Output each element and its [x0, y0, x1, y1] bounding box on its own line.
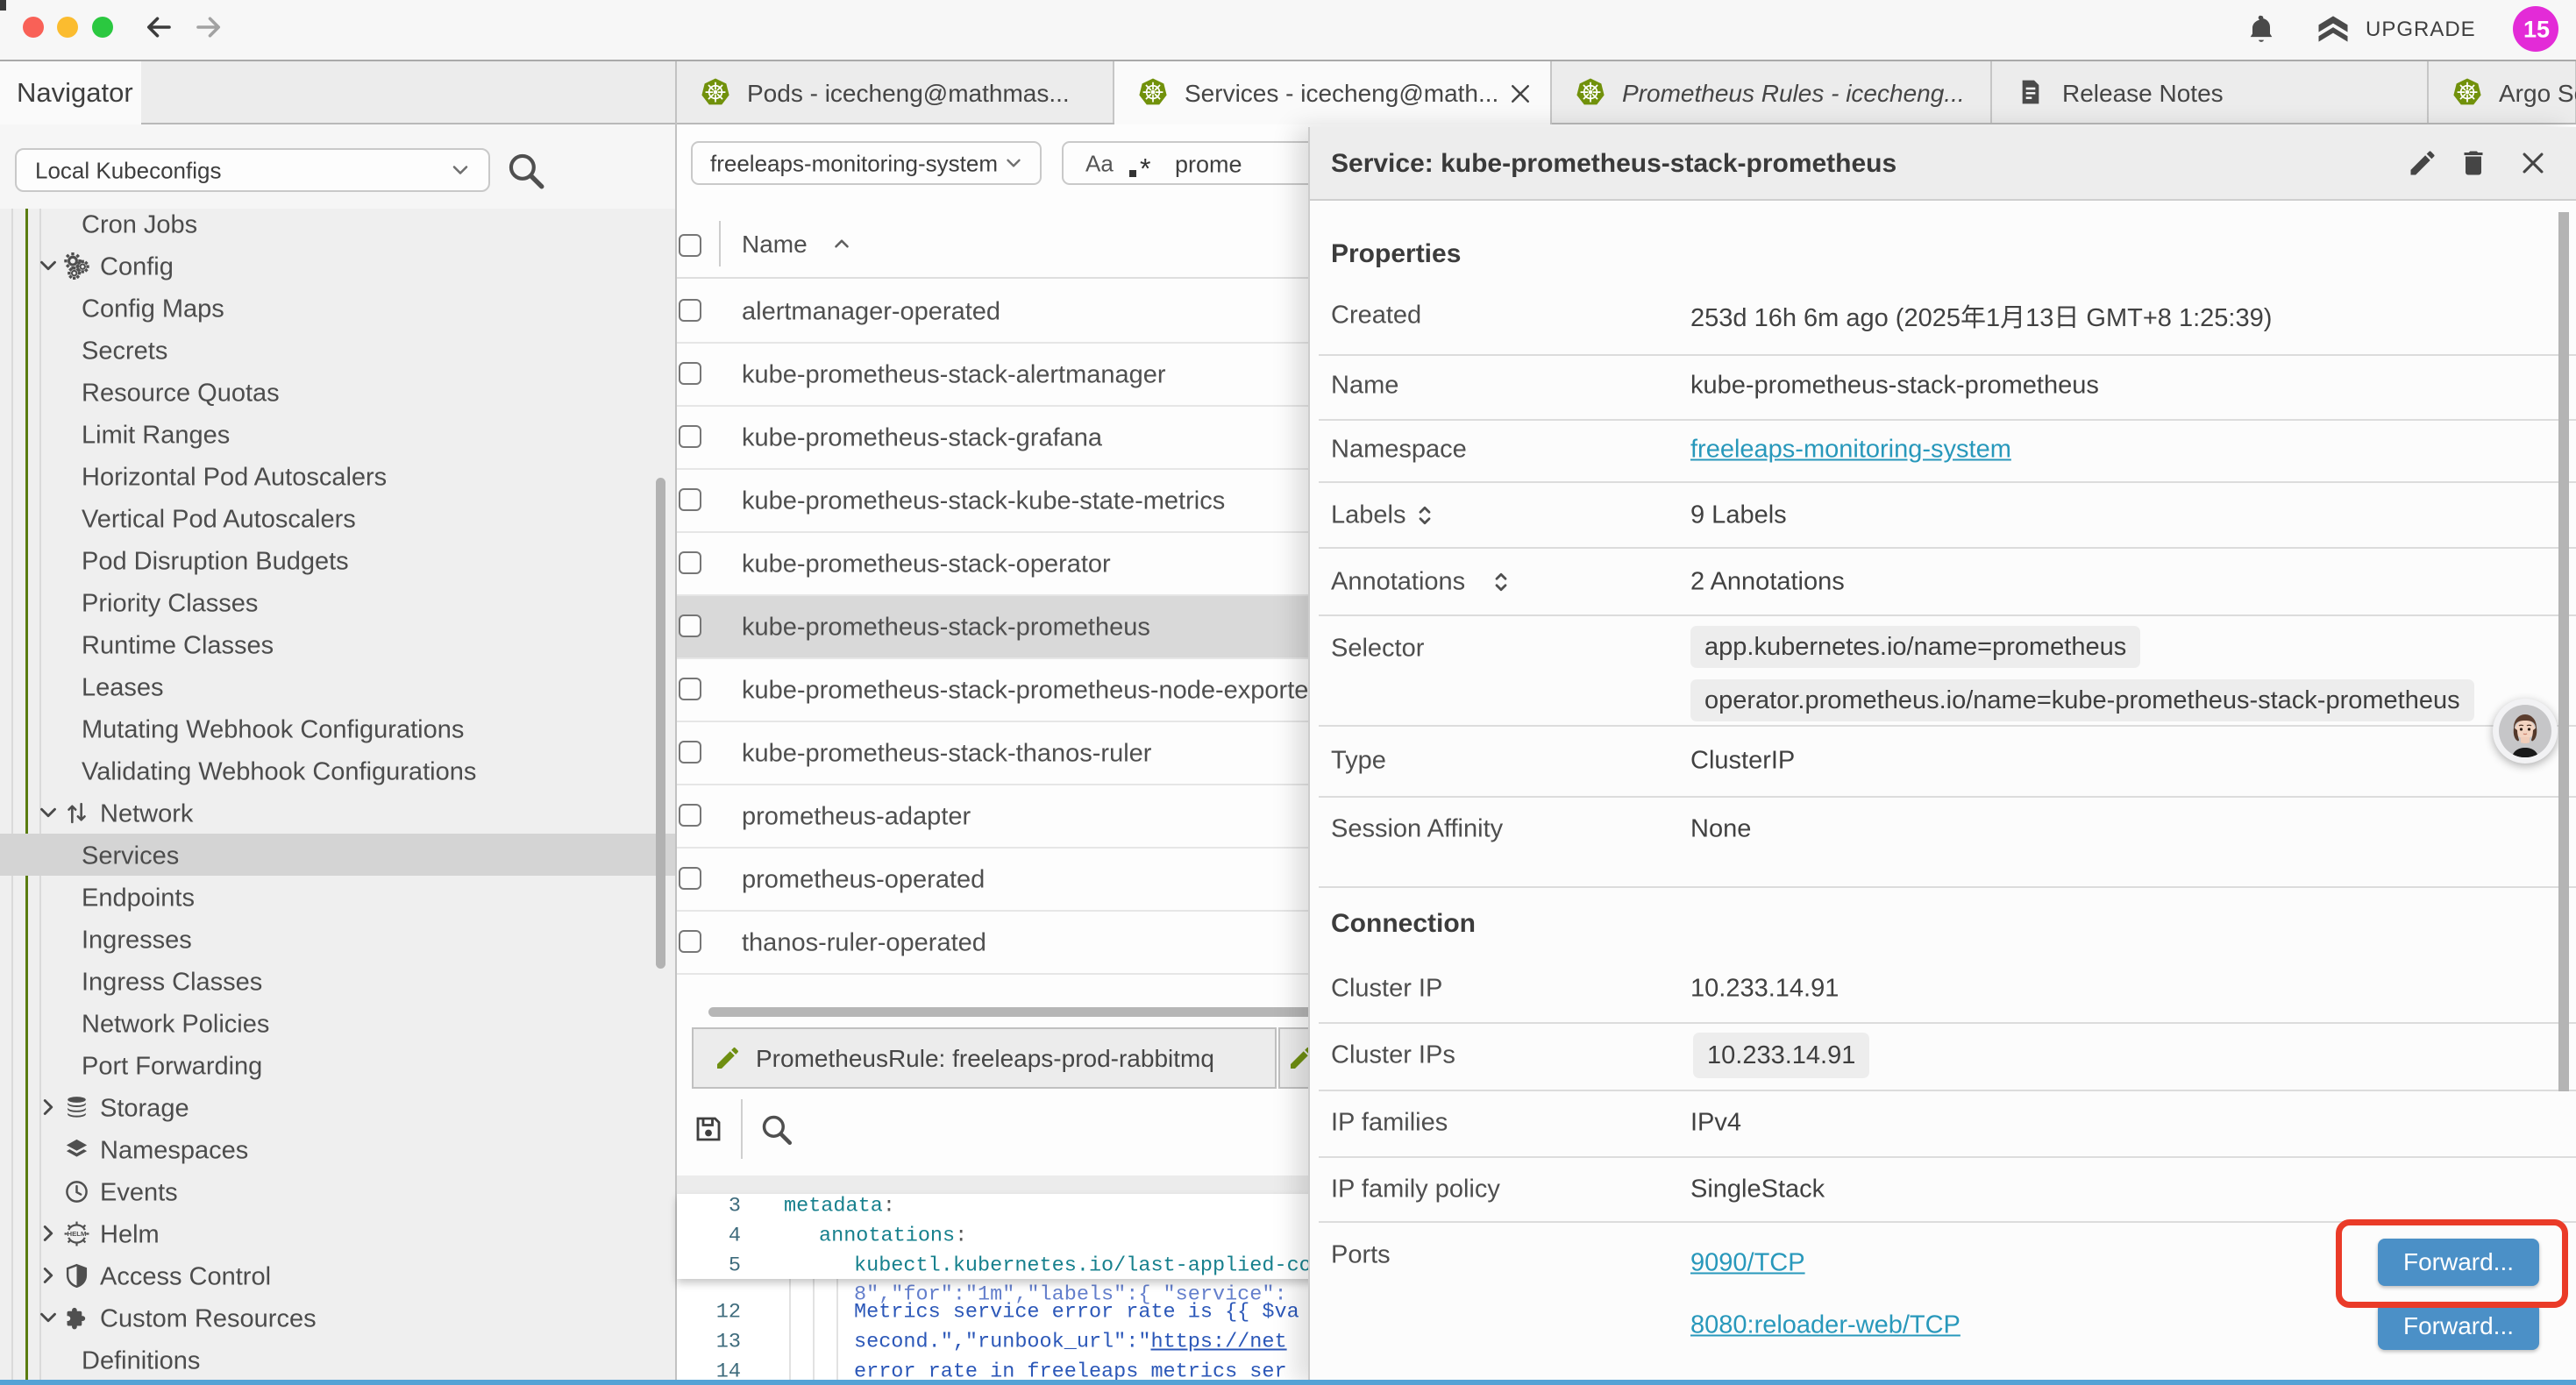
svg-text:HELM: HELM: [68, 1230, 87, 1238]
